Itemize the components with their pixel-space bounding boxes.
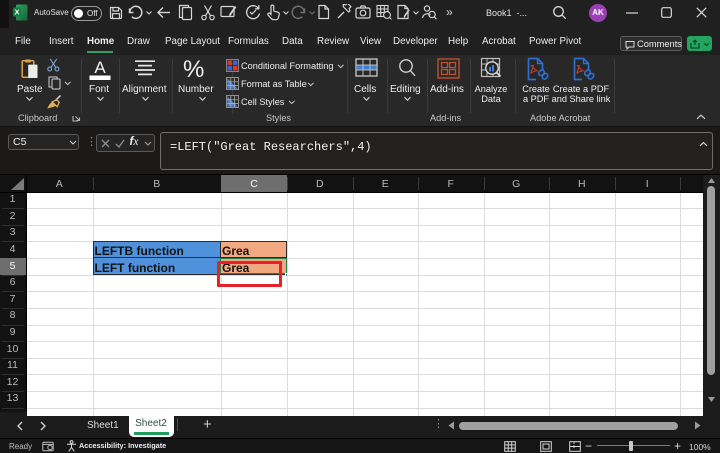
svg-text:A: A — [94, 58, 106, 77]
svg-text:X: X — [14, 8, 19, 17]
